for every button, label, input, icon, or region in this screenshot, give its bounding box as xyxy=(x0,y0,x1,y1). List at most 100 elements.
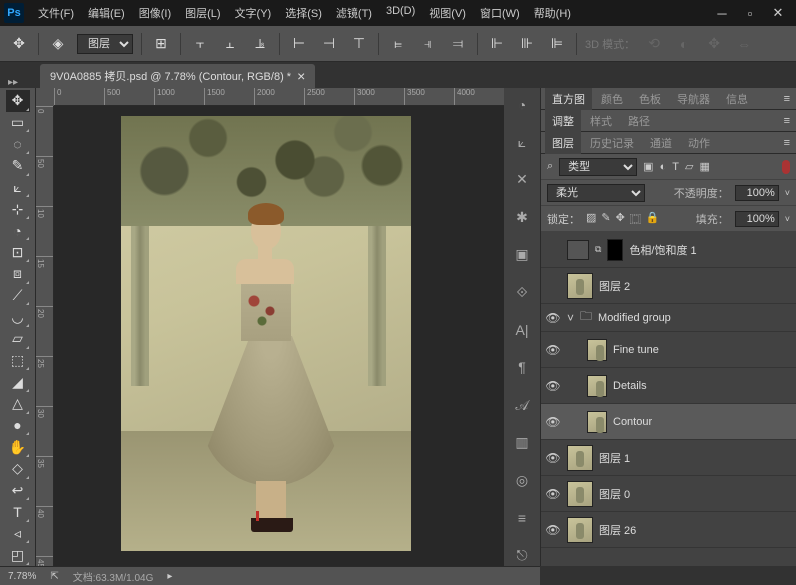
strip-icon-3[interactable]: ✱ xyxy=(511,207,533,229)
tab-路径[interactable]: 路径 xyxy=(621,110,657,132)
filter-type-icon[interactable]: T xyxy=(672,161,679,173)
tool-15[interactable]: ● xyxy=(6,415,30,437)
tab-历史记录[interactable]: 历史记录 xyxy=(583,132,641,154)
menu-i[interactable]: 图像(I) xyxy=(133,1,177,25)
tool-0[interactable]: ✥ xyxy=(6,90,30,112)
layer-row[interactable]: 👁图层 1 xyxy=(541,440,796,476)
layer-row[interactable]: 👁Fine tune xyxy=(541,332,796,368)
tool-14[interactable]: △ xyxy=(6,393,30,415)
dist-vcenter-icon[interactable]: ⫣ xyxy=(417,33,439,55)
strip-icon-7[interactable]: ¶ xyxy=(511,357,533,379)
filter-shape-icon[interactable]: ▱ xyxy=(685,160,693,173)
visibility-toggle[interactable]: 👁 xyxy=(545,379,561,393)
align-top-icon[interactable]: ⫟ xyxy=(189,33,211,55)
layer-row[interactable]: 👁˅🗀Modified group xyxy=(541,304,796,332)
fill-input[interactable] xyxy=(735,211,779,227)
filter-smart-icon[interactable]: ▦ xyxy=(699,160,709,173)
maximize-button[interactable]: ▫ xyxy=(736,3,764,23)
strip-icon-9[interactable]: ▥ xyxy=(511,432,533,454)
layer-name[interactable]: 图层 26 xyxy=(599,522,636,538)
align-bottom-icon[interactable]: ⫡ xyxy=(249,33,271,55)
close-button[interactable]: ✕ xyxy=(764,3,792,23)
strip-icon-1[interactable]: ⟀ xyxy=(511,132,533,154)
strip-icon-2[interactable]: ✕ xyxy=(511,169,533,191)
opacity-input[interactable] xyxy=(735,185,779,201)
layer-name[interactable]: 图层 2 xyxy=(599,278,630,294)
export-icon[interactable]: ⇱ xyxy=(50,571,58,582)
layer-row[interactable]: 👁 Contour xyxy=(541,404,796,440)
visibility-toggle[interactable]: 👁 xyxy=(545,487,561,501)
dist-bottom-icon[interactable]: ⫤ xyxy=(447,33,469,55)
align-hcenter-icon[interactable]: ⊣ xyxy=(318,33,340,55)
layer-name[interactable]: Fine tune xyxy=(613,344,659,356)
lock-position-icon[interactable]: ✥ xyxy=(616,211,625,227)
panel-menu-icon[interactable]: ≡ xyxy=(784,137,796,149)
tool-10[interactable]: ◡ xyxy=(6,306,30,328)
tab-信息[interactable]: 信息 xyxy=(719,88,755,110)
tool-18[interactable]: ↩ xyxy=(6,480,30,502)
menu-l[interactable]: 图层(L) xyxy=(179,1,226,25)
tool-7[interactable]: ⊡ xyxy=(6,241,30,263)
menu-h[interactable]: 帮助(H) xyxy=(528,1,577,25)
tab-色板[interactable]: 色板 xyxy=(632,88,668,110)
tab-close-icon[interactable]: × xyxy=(297,68,305,84)
arrow-right-icon[interactable]: ▸ xyxy=(167,571,172,582)
tool-8[interactable]: ⧈ xyxy=(6,263,30,285)
visibility-toggle[interactable]: 👁 xyxy=(545,415,561,429)
lock-artboard-icon[interactable]: ⿴ xyxy=(630,211,641,227)
tool-11[interactable]: ▱ xyxy=(6,328,30,350)
tool-5[interactable]: ⊹ xyxy=(6,198,30,220)
menu-t[interactable]: 滤镜(T) xyxy=(330,1,378,25)
tool-20[interactable]: ◃ xyxy=(6,523,30,545)
menu-e[interactable]: 编辑(E) xyxy=(82,1,131,25)
filter-toggle[interactable] xyxy=(782,160,790,174)
strip-icon-0[interactable]: ◔ xyxy=(511,94,533,116)
layer-name[interactable]: Contour xyxy=(613,416,652,428)
tool-16[interactable]: ✋ xyxy=(6,436,30,458)
strip-icon-6[interactable]: A| xyxy=(511,319,533,341)
layer-name[interactable]: Modified group xyxy=(598,312,671,324)
strip-icon-8[interactable]: 𝒜 xyxy=(511,394,533,416)
layer-name[interactable]: Details xyxy=(613,380,647,392)
tool-6[interactable]: ◔ xyxy=(6,220,30,242)
dist-top-icon[interactable]: ⫢ xyxy=(387,33,409,55)
panel-menu-icon[interactable]: ≡ xyxy=(784,115,796,127)
kind-select[interactable]: 类型 xyxy=(559,158,637,176)
blend-mode-select[interactable]: 柔光 xyxy=(547,184,645,202)
menu-f[interactable]: 文件(F) xyxy=(32,1,80,25)
align-left-icon[interactable]: ⊢ xyxy=(288,33,310,55)
lock-all-icon[interactable]: 🔒 xyxy=(646,211,660,227)
canvas[interactable] xyxy=(121,116,411,551)
strip-icon-11[interactable]: ≡ xyxy=(511,507,533,529)
align-vcenter-icon[interactable]: ⫠ xyxy=(219,33,241,55)
zoom-level[interactable]: 7.78% xyxy=(8,571,36,582)
document-tab[interactable]: 9V0A0885 拷贝.psd @ 7.78% (Contour, RGB/8)… xyxy=(40,64,315,88)
menu-w[interactable]: 窗口(W) xyxy=(474,1,526,25)
align-right-icon[interactable]: ⊤ xyxy=(348,33,370,55)
lock-image-icon[interactable]: ✎ xyxy=(601,211,610,227)
minimize-button[interactable]: ─ xyxy=(708,3,736,23)
tool-21[interactable]: ◰ xyxy=(6,544,30,566)
tool-19[interactable]: T xyxy=(6,501,30,523)
transform-controls-icon[interactable]: ⊞ xyxy=(150,33,172,55)
tool-12[interactable]: ⬚ xyxy=(6,350,30,372)
tab-导航器[interactable]: 导航器 xyxy=(670,88,717,110)
strip-icon-12[interactable]: ⎋ xyxy=(511,544,533,566)
filter-adjust-icon[interactable]: ◐ xyxy=(660,161,667,173)
tab-动作[interactable]: 动作 xyxy=(681,132,717,154)
visibility-toggle[interactable]: 👁 xyxy=(545,311,561,325)
chevron-down-icon[interactable]: ˅ xyxy=(567,311,574,325)
tab-通道[interactable]: 通道 xyxy=(643,132,679,154)
menu-s[interactable]: 选择(S) xyxy=(279,1,328,25)
chevron-down-icon[interactable]: ˅ xyxy=(785,188,790,198)
menu-dd[interactable]: 3D(D) xyxy=(380,1,421,25)
layer-name[interactable]: 图层 0 xyxy=(599,486,630,502)
tool-3[interactable]: ✎ xyxy=(6,155,30,177)
chevron-down-icon[interactable]: ˅ xyxy=(785,214,790,224)
tab-直方图[interactable]: 直方图 xyxy=(545,88,592,110)
strip-icon-4[interactable]: ▣ xyxy=(511,244,533,266)
menu-v[interactable]: 视图(V) xyxy=(423,1,472,25)
visibility-toggle[interactable]: 👁 xyxy=(545,451,561,465)
filter-pixel-icon[interactable]: ▣ xyxy=(643,160,653,173)
layer-row[interactable]: ⧉色相/饱和度 1 xyxy=(541,232,796,268)
